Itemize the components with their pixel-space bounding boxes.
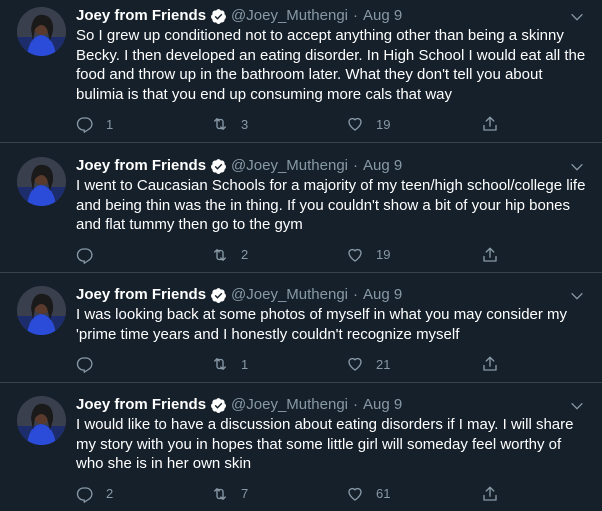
chevron-down-icon[interactable]	[568, 8, 586, 26]
author-name[interactable]: Joey from Friends	[76, 396, 206, 414]
tweet[interactable]: Joey from Friends @Joey_Muthengi · Aug 9…	[0, 143, 602, 273]
author-handle[interactable]: @Joey_Muthengi	[231, 396, 348, 414]
tweet[interactable]: Joey from Friends @Joey_Muthengi · Aug 9…	[0, 383, 602, 511]
share-button[interactable]	[481, 115, 502, 133]
author-name[interactable]: Joey from Friends	[76, 286, 206, 304]
retweet-count: 3	[241, 116, 249, 132]
share-button[interactable]	[481, 355, 502, 373]
author-handle[interactable]: @Joey_Muthengi	[231, 7, 348, 25]
author-handle[interactable]: @Joey_Muthengi	[231, 286, 348, 304]
share-icon	[483, 356, 497, 371]
tweet[interactable]: Joey from Friends @Joey_Muthengi · Aug 9…	[0, 0, 602, 143]
share-icon	[483, 486, 497, 501]
retweet-icon	[214, 248, 226, 261]
retweet-icon	[214, 118, 226, 130]
reply-button[interactable]	[76, 355, 211, 373]
tweet-header: Joey from Friends @Joey_Muthengi · Aug 9	[76, 286, 602, 304]
reply-icon	[76, 486, 93, 503]
heart-icon	[348, 117, 362, 131]
avatar[interactable]	[17, 286, 66, 335]
tweet-date[interactable]: Aug 9	[363, 396, 402, 414]
tweet-text: So I grew up conditioned not to accept a…	[76, 27, 586, 103]
tweet-actions: 2 19	[76, 244, 502, 266]
tweet-actions: 1 21	[76, 353, 502, 375]
retweet-button[interactable]: 7	[211, 485, 346, 503]
like-button[interactable]: 19	[346, 246, 481, 264]
tweet-feed: Joey from Friends @Joey_Muthengi · Aug 9…	[0, 0, 602, 511]
tweet-header: Joey from Friends @Joey_Muthengi · Aug 9	[76, 7, 602, 25]
separator-dot: ·	[353, 286, 359, 303]
reply-button[interactable]: 2	[76, 485, 211, 503]
tweet-header: Joey from Friends @Joey_Muthengi · Aug 9	[76, 157, 602, 175]
retweet-button[interactable]: 3	[211, 115, 346, 133]
tweet-date[interactable]: Aug 9	[363, 7, 402, 25]
like-count: 19	[376, 247, 391, 262]
avatar[interactable]	[17, 7, 66, 56]
tweet-text: I would like to have a discussion about …	[76, 416, 574, 472]
retweet-count: 7	[241, 486, 249, 501]
author-handle[interactable]: @Joey_Muthengi	[231, 157, 348, 175]
reply-button[interactable]	[76, 246, 211, 264]
chevron-down-icon[interactable]	[568, 158, 586, 176]
reply-icon	[76, 247, 93, 264]
tweet-date[interactable]: Aug 9	[363, 157, 402, 175]
share-icon	[483, 247, 497, 262]
like-button[interactable]: 19	[346, 115, 481, 133]
reply-count: 2	[106, 486, 114, 501]
tweet[interactable]: Joey from Friends @Joey_Muthengi · Aug 9…	[0, 273, 602, 383]
author-name[interactable]: Joey from Friends	[76, 7, 206, 25]
avatar[interactable]	[17, 157, 66, 206]
tweet-text: I was looking back at some photos of mys…	[76, 306, 568, 343]
author-name[interactable]: Joey from Friends	[76, 157, 206, 175]
separator-dot: ·	[353, 7, 359, 24]
reply-count: 1	[106, 116, 114, 132]
heart-icon	[348, 248, 362, 262]
reply-icon	[76, 117, 93, 133]
like-count: 19	[376, 116, 391, 132]
separator-dot: ·	[353, 157, 359, 174]
tweet-header: Joey from Friends @Joey_Muthengi · Aug 9	[76, 396, 602, 414]
heart-icon	[348, 357, 362, 371]
like-count: 61	[376, 486, 391, 501]
tweet-date[interactable]: Aug 9	[363, 286, 402, 304]
avatar[interactable]	[17, 396, 66, 445]
reply-icon	[76, 357, 93, 373]
tweet-actions: 2 7 61	[76, 483, 502, 505]
chevron-down-icon[interactable]	[568, 397, 586, 415]
share-button[interactable]	[481, 246, 502, 264]
like-button[interactable]: 61	[346, 485, 481, 503]
reply-button[interactable]: 1	[76, 115, 211, 133]
verified-badge-icon	[210, 397, 227, 414]
share-icon	[483, 116, 497, 131]
verified-badge-icon	[210, 287, 227, 304]
like-button[interactable]: 21	[346, 355, 481, 373]
tweet-text: I went to Caucasian Schools for a majori…	[76, 177, 586, 233]
verified-badge-icon	[210, 8, 227, 25]
verified-badge-icon	[210, 158, 227, 175]
tweet-actions: 1 3 19	[76, 113, 502, 135]
heart-icon	[348, 487, 362, 501]
chevron-down-icon[interactable]	[568, 287, 586, 305]
retweet-button[interactable]: 1	[211, 355, 346, 373]
retweet-icon	[214, 487, 226, 500]
like-count: 21	[376, 356, 391, 372]
separator-dot: ·	[353, 396, 359, 413]
retweet-count: 2	[241, 247, 249, 262]
retweet-icon	[214, 358, 226, 370]
retweet-button[interactable]: 2	[211, 246, 346, 264]
share-button[interactable]	[481, 485, 502, 503]
retweet-count: 1	[241, 356, 249, 372]
